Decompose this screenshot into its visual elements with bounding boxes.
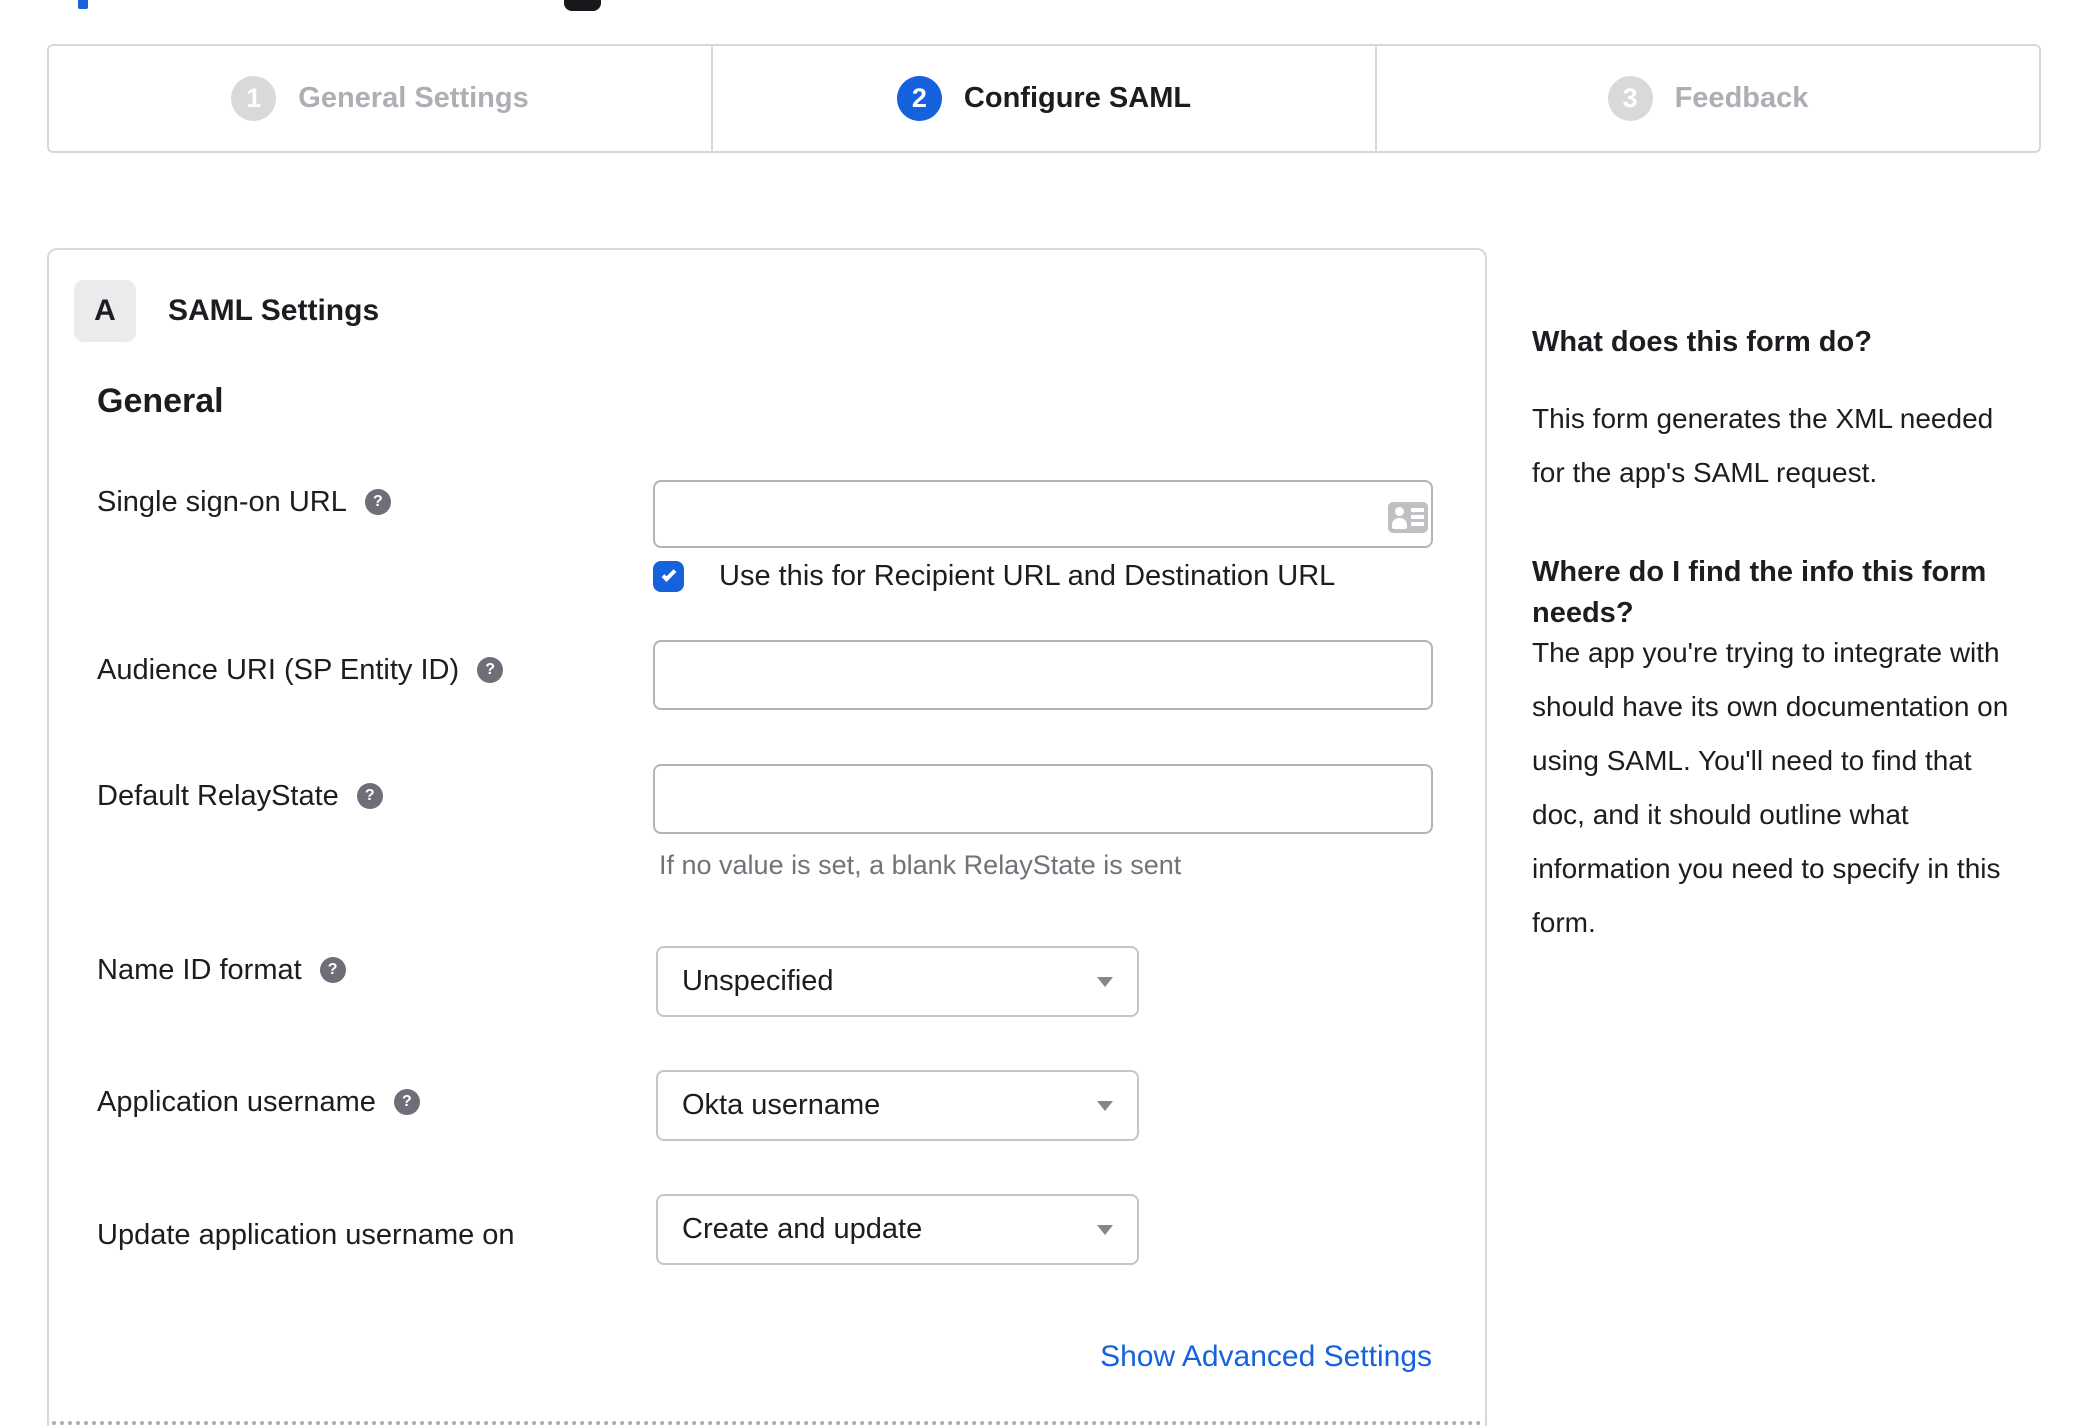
help-icon-relay[interactable]: ? bbox=[356, 783, 383, 809]
checkmark-icon bbox=[661, 567, 676, 582]
label-text: Application username bbox=[97, 1086, 376, 1118]
contact-card-icon bbox=[1388, 502, 1428, 533]
screen: 1 General Settings 2 Configure SAML 3 Fe… bbox=[0, 0, 2092, 1426]
label-text: Update application username on bbox=[97, 1219, 515, 1251]
relay-state-label: Default RelayState ? bbox=[97, 779, 383, 813]
dotted-divider bbox=[52, 1421, 1482, 1425]
relay-state-helper: If no value is set, a blank RelayState i… bbox=[659, 850, 1182, 880]
header-dark-fragment bbox=[564, 0, 601, 11]
help-question-1: What does this form do? bbox=[1532, 326, 1872, 358]
contact-card-line bbox=[1411, 508, 1424, 512]
help-icon-name-id[interactable]: ? bbox=[319, 957, 346, 983]
application-username-label: Application username ? bbox=[97, 1085, 420, 1119]
help-answer-2: The app you're trying to integrate with … bbox=[1532, 637, 2009, 938]
help-icon-audience[interactable]: ? bbox=[477, 657, 504, 683]
audience-uri-input[interactable] bbox=[653, 640, 1433, 710]
help-icon-app-username[interactable]: ? bbox=[393, 1089, 420, 1115]
label-text: Single sign-on URL bbox=[97, 486, 347, 518]
step-number-badge: 1 bbox=[231, 76, 277, 121]
sso-url-label: Single sign-on URL ? bbox=[97, 485, 391, 519]
name-id-format-select[interactable]: Unspecified bbox=[656, 946, 1139, 1017]
step-feedback[interactable]: 3 Feedback bbox=[1375, 46, 2039, 151]
help-question-2: Where do I find the info this form needs… bbox=[1532, 556, 1987, 629]
update-username-label: Update application username on bbox=[97, 1218, 515, 1252]
group-title-general: General bbox=[97, 382, 224, 420]
wizard-stepper: 1 General Settings 2 Configure SAML 3 Fe… bbox=[47, 44, 2041, 153]
contact-card-torso bbox=[1392, 518, 1407, 529]
saml-settings-panel: A SAML Settings General Single sign-on U… bbox=[47, 248, 1487, 1426]
label-text: Name ID format bbox=[97, 954, 302, 986]
sso-url-input[interactable] bbox=[653, 480, 1433, 548]
recipient-url-checkbox[interactable] bbox=[653, 561, 684, 592]
caret-down-icon bbox=[1097, 1224, 1113, 1235]
step-general-settings[interactable]: 1 General Settings bbox=[49, 46, 711, 151]
header-blue-fragment bbox=[78, 0, 88, 9]
caret-down-icon bbox=[1097, 976, 1113, 987]
label-text: Audience URI (SP Entity ID) bbox=[97, 654, 460, 686]
step-label: Feedback bbox=[1674, 82, 1809, 114]
section-a-badge: A bbox=[74, 280, 136, 342]
caret-down-icon bbox=[1097, 1100, 1113, 1111]
application-username-select[interactable]: Okta username bbox=[656, 1070, 1139, 1141]
select-value: Unspecified bbox=[682, 965, 834, 997]
step-label: Configure SAML bbox=[963, 82, 1192, 114]
panel-title: SAML Settings bbox=[168, 294, 380, 327]
audience-uri-label: Audience URI (SP Entity ID) ? bbox=[97, 653, 504, 687]
step-label: General Settings bbox=[298, 82, 529, 114]
step-configure-saml[interactable]: 2 Configure SAML bbox=[711, 46, 1375, 151]
contact-card-line bbox=[1411, 522, 1424, 526]
show-advanced-settings-link[interactable]: Show Advanced Settings bbox=[1100, 1340, 1432, 1374]
help-answer-1: This form generates the XML needed for t… bbox=[1532, 403, 1994, 488]
recipient-url-checkbox-label: Use this for Recipient URL and Destinati… bbox=[719, 560, 1336, 592]
panel-header: A SAML Settings bbox=[74, 280, 379, 342]
relay-state-input[interactable] bbox=[653, 764, 1433, 834]
name-id-format-label: Name ID format ? bbox=[97, 953, 346, 987]
step-number-badge: 2 bbox=[896, 76, 942, 121]
contact-card-line bbox=[1411, 515, 1424, 519]
label-text: Default RelayState bbox=[97, 780, 339, 812]
help-icon-sso[interactable]: ? bbox=[364, 489, 391, 515]
select-value: Okta username bbox=[682, 1089, 881, 1121]
contact-card-head bbox=[1395, 507, 1404, 516]
select-value: Create and update bbox=[682, 1213, 923, 1245]
step-number-badge: 3 bbox=[1607, 76, 1653, 121]
update-username-select[interactable]: Create and update bbox=[656, 1194, 1139, 1265]
